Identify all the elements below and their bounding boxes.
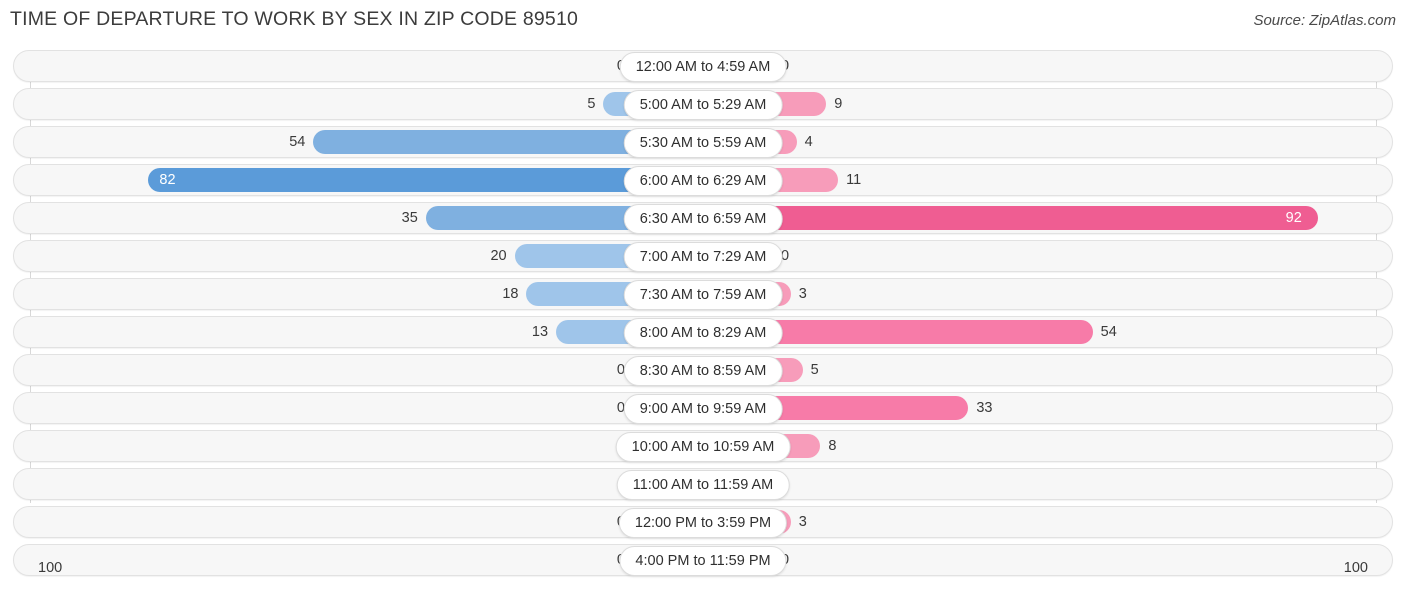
category-label: 4:00 PM to 11:59 PM	[619, 546, 787, 576]
bar-value-female: 33	[976, 400, 993, 416]
bar-value-female: 5	[810, 362, 819, 378]
source-attribution: Source: ZipAtlas.com	[1253, 12, 1396, 29]
bar-value-female: 9	[834, 96, 843, 112]
bar-value-female: 11	[846, 172, 862, 188]
category-label: 12:00 AM to 4:59 AM	[619, 52, 787, 82]
category-label: 6:00 AM to 6:29 AM	[623, 166, 783, 196]
bar-value-female: 4	[804, 134, 813, 150]
bar-value-female: 8	[828, 438, 837, 454]
table-row[interactable]: 0011:00 AM to 11:59 AM	[13, 468, 1393, 500]
table-row[interactable]: 54 4 5:30 AM to 5:59 AM	[13, 126, 1393, 158]
axis-tick-left: 100	[38, 560, 63, 576]
category-label: 5:30 AM to 5:59 AM	[623, 128, 783, 158]
table-row[interactable]: 82 11 6:00 AM to 6:29 AM	[13, 164, 1393, 196]
bar-value-female: 92	[1285, 210, 1302, 226]
bar-value-male: 13	[531, 324, 549, 340]
category-label: 8:30 AM to 8:59 AM	[623, 356, 783, 386]
table-row[interactable]: 0012:00 AM to 4:59 AM	[13, 50, 1393, 82]
bar-value-male: 20	[490, 248, 507, 264]
category-label: 9:00 AM to 9:59 AM	[623, 394, 783, 424]
category-label: 5:00 AM to 5:29 AM	[623, 90, 783, 120]
bar-male[interactable]	[147, 168, 703, 192]
table-row[interactable]: 0 33 9:00 AM to 9:59 AM	[13, 392, 1393, 424]
bar-value-male: 18	[502, 286, 519, 302]
category-label: 7:30 AM to 7:59 AM	[623, 280, 783, 310]
chart-plot-area: 0012:00 AM to 4:59 AM 5 9 5:00 AM to 5:29 A…	[0, 50, 1406, 576]
table-row[interactable]: 18 3 7:30 AM to 7:59 AM	[13, 278, 1393, 310]
category-label: 12:00 PM to 3:59 PM	[618, 508, 788, 538]
table-row[interactable]: 35 92 6:30 AM to 6:59 AM	[13, 202, 1393, 234]
table-row[interactable]: 0 5 8:30 AM to 8:59 AM	[13, 354, 1393, 386]
category-label: 6:30 AM to 6:59 AM	[623, 204, 783, 234]
bar-value-male: 35	[401, 210, 418, 226]
bar-value-female: 3	[798, 286, 807, 302]
bar-value-male: 5	[587, 96, 596, 112]
category-label: 8:00 AM to 8:29 AM	[623, 318, 783, 348]
table-row[interactable]: 20 0 7:00 AM to 7:29 AM	[13, 240, 1393, 272]
axis-tick-right: 100	[1343, 560, 1368, 576]
table-row[interactable]: 0312:00 PM to 3:59 PM	[13, 506, 1393, 538]
table-row[interactable]: 0810:00 AM to 10:59 AM	[13, 430, 1393, 462]
bar-value-female: 54	[1100, 324, 1117, 340]
bar-value-male: 54	[289, 134, 306, 150]
chart-rows: 0012:00 AM to 4:59 AM 5 9 5:00 AM to 5:29 A…	[0, 50, 1406, 582]
category-label: 10:00 AM to 10:59 AM	[615, 432, 791, 462]
chart-page: TIME OF DEPARTURE TO WORK BY SEX IN ZIP …	[0, 0, 1406, 595]
table-row[interactable]: 13 54 8:00 AM to 8:29 AM	[13, 316, 1393, 348]
bar-female[interactable]	[703, 206, 1318, 230]
category-label: 11:00 AM to 11:59 AM	[616, 470, 790, 500]
page-title: TIME OF DEPARTURE TO WORK BY SEX IN ZIP …	[10, 8, 579, 30]
category-label: 7:00 AM to 7:29 AM	[623, 242, 783, 272]
table-row[interactable]: 5 9 5:00 AM to 5:29 AM	[13, 88, 1393, 120]
bar-value-female: 3	[798, 514, 807, 530]
bar-value-male: 82	[159, 172, 176, 188]
